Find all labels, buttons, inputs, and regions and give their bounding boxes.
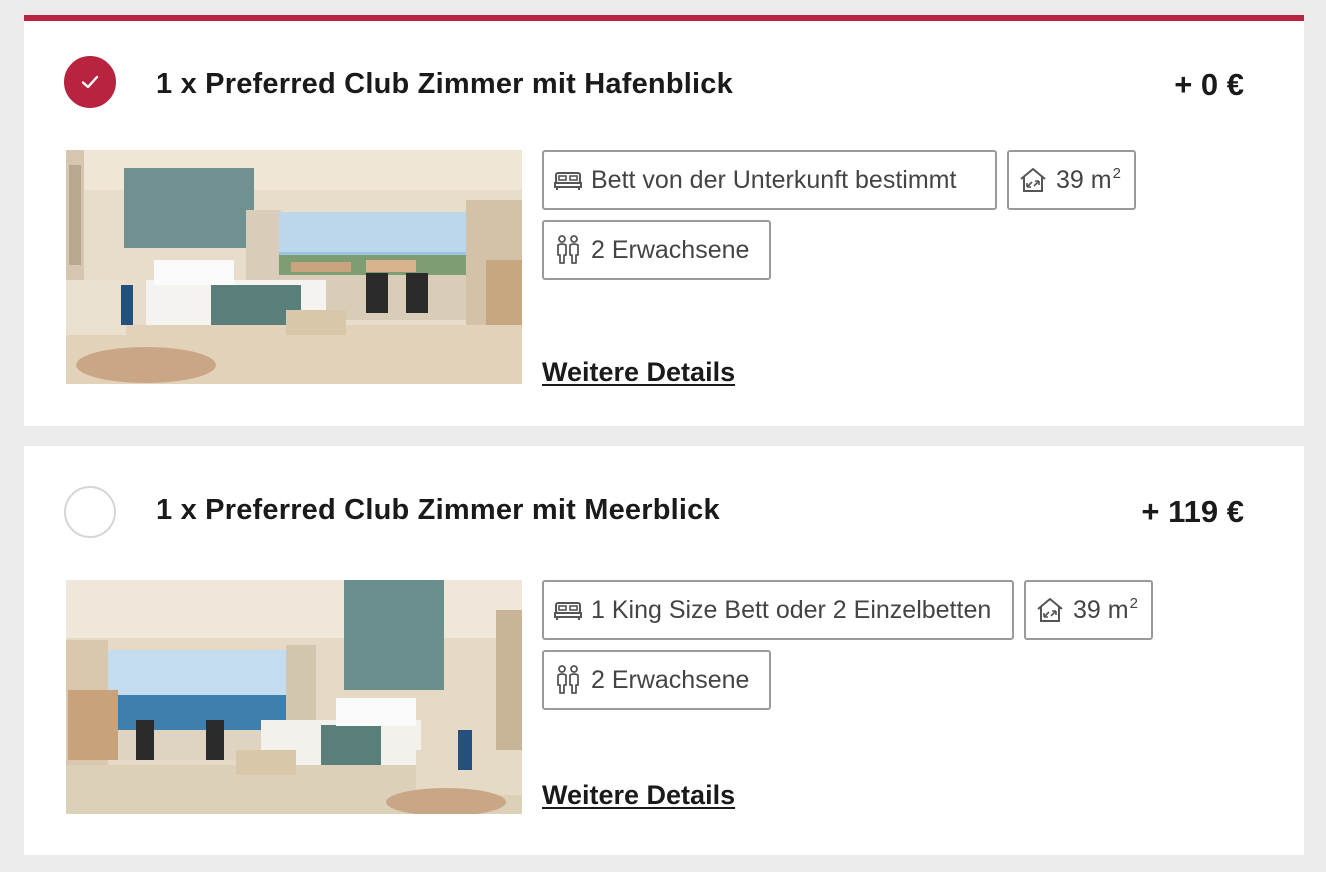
room-size-icon bbox=[1019, 167, 1047, 193]
room-size-tag: 39 m2 bbox=[1007, 150, 1136, 210]
checkmark-icon bbox=[81, 75, 99, 89]
room-size-tag: 39 m2 bbox=[1024, 580, 1153, 640]
room-select-radio[interactable] bbox=[64, 56, 116, 108]
guests-label: 2 Erwachsene bbox=[591, 665, 750, 694]
bed-icon bbox=[554, 599, 582, 621]
room-option-card[interactable]: 1 x Preferred Club Zimmer mit Hafenblick… bbox=[24, 15, 1304, 426]
bed-type-label: 1 King Size Bett oder 2 Einzelbetten bbox=[591, 595, 992, 624]
room-price: + 0 € bbox=[1174, 67, 1244, 102]
bed-type-tag: Bett von der Unterkunft bestimmt bbox=[542, 150, 997, 210]
bed-icon bbox=[554, 169, 582, 191]
guests-label: 2 Erwachsene bbox=[591, 235, 750, 264]
room-title: 1 x Preferred Club Zimmer mit Hafenblick bbox=[156, 68, 733, 100]
room-title: 1 x Preferred Club Zimmer mit Meerblick bbox=[156, 494, 720, 526]
more-details-link[interactable]: Weitere Details bbox=[542, 357, 735, 388]
bed-type-label: Bett von der Unterkunft bestimmt bbox=[591, 165, 957, 194]
room-option-card[interactable]: 1 x Preferred Club Zimmer mit Meerblick … bbox=[24, 446, 1304, 855]
bed-type-tag: 1 King Size Bett oder 2 Einzelbetten bbox=[542, 580, 1014, 640]
room-select-radio[interactable] bbox=[64, 486, 116, 538]
room-size-icon bbox=[1036, 597, 1064, 623]
room-size-label: 39 m2 bbox=[1056, 165, 1121, 194]
adults-icon bbox=[554, 235, 582, 265]
adults-icon bbox=[554, 665, 582, 695]
more-details-link[interactable]: Weitere Details bbox=[542, 780, 735, 811]
room-price: + 119 € bbox=[1141, 494, 1244, 529]
room-photo-harbor-view[interactable] bbox=[66, 150, 522, 384]
guests-tag: 2 Erwachsene bbox=[542, 220, 771, 280]
room-size-label: 39 m2 bbox=[1073, 595, 1138, 624]
guests-tag: 2 Erwachsene bbox=[542, 650, 771, 710]
room-photo-ocean-view[interactable] bbox=[66, 580, 522, 814]
